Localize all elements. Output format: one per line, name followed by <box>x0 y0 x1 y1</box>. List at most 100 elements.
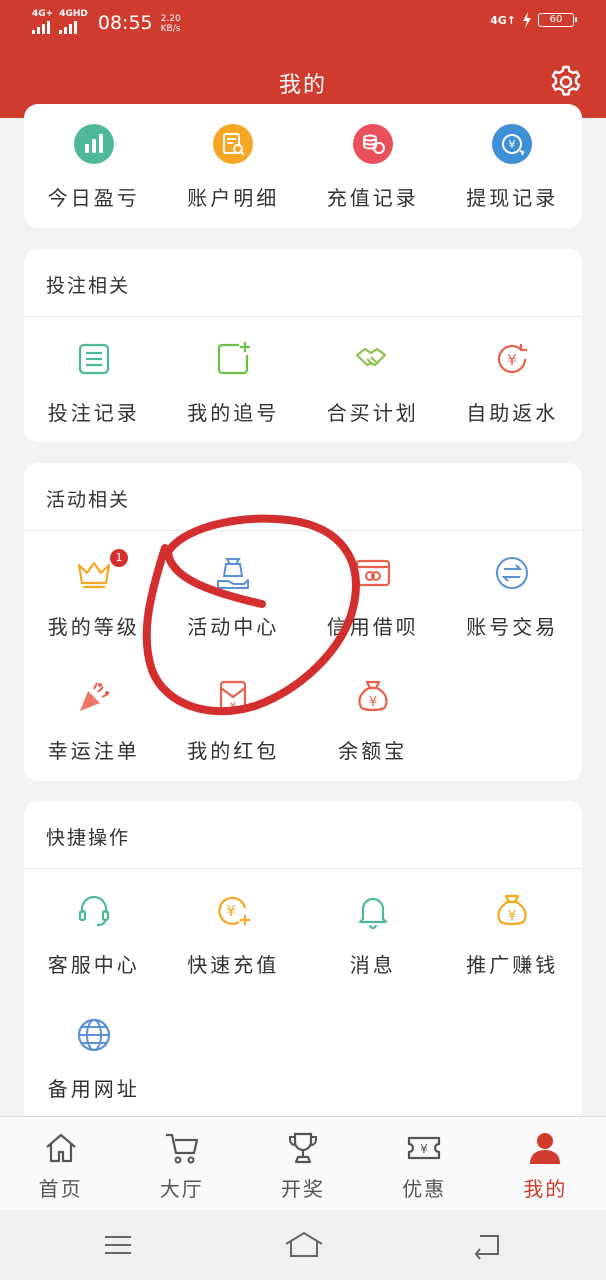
svg-text:¥: ¥ <box>509 138 516 151</box>
money-bag-icon: ¥ <box>358 680 388 712</box>
svg-text:¥: ¥ <box>420 1142 428 1156</box>
betting-item-group-buy[interactable]: 合买计划 <box>303 317 443 441</box>
tab-promotions[interactable]: ¥ 优惠 <box>364 1117 485 1211</box>
user-icon <box>530 1133 561 1164</box>
coin-stack-icon <box>352 124 393 164</box>
gift-hand-icon <box>217 558 250 589</box>
activity-item-credit[interactable]: 信用借呗 <box>303 531 443 655</box>
crown-icon <box>77 561 110 589</box>
signal-1-label: 4G+ <box>32 9 54 19</box>
headset-icon <box>78 895 109 927</box>
activity-item-red-envelope[interactable]: ¥ 我的红包 <box>164 655 304 779</box>
yen-transfer-icon: ¥ <box>492 124 533 164</box>
finance-card: 今日盈亏 账户明细 充值记录 ¥ 提现记录 <box>24 104 582 228</box>
finance-item-label: 账户明细 <box>187 186 280 210</box>
network-type: 4G↑ <box>490 13 516 27</box>
tab-label: 优惠 <box>402 1177 447 1201</box>
activity-card: 活动相关 1 我的等级 活动中心 信用借呗 账号交易 幸运注单 ¥ 我的红包 ¥… <box>24 463 582 781</box>
network-speed-unit: KB/s <box>160 24 181 34</box>
finance-item-today-pnl[interactable]: 今日盈亏 <box>24 102 164 226</box>
bell-icon <box>358 897 387 930</box>
tab-label: 首页 <box>38 1177 83 1201</box>
quick-item-label: 推广赚钱 <box>466 953 559 977</box>
battery-icon: 60 <box>538 13 577 27</box>
trophy-icon <box>288 1132 317 1164</box>
betting-item-label: 合买计划 <box>326 401 419 425</box>
tab-mine[interactable]: 我的 <box>485 1117 606 1211</box>
betting-item-chase[interactable]: 我的追号 <box>164 317 304 441</box>
betting-item-label: 我的追号 <box>187 401 280 425</box>
betting-card: 投注相关 投注记录 我的追号 合买计划 ¥ 自助返水 <box>24 249 582 442</box>
money-bag-icon: ¥ <box>497 894 527 926</box>
section-title: 快捷操作 <box>46 827 131 849</box>
document-search-icon <box>213 124 254 164</box>
quick-actions-card-header: 快捷操作 <box>24 801 582 869</box>
quick-item-backup-url[interactable]: 备用网址 <box>24 993 164 1117</box>
battery-level: 60 <box>549 14 563 25</box>
network-speed-value: 2.20 <box>160 14 181 24</box>
tab-lottery-results[interactable]: 开奖 <box>242 1117 363 1211</box>
signal-2-label: 4GHD <box>59 9 88 19</box>
quick-item-customer-service[interactable]: 客服中心 <box>24 869 164 993</box>
finance-item-withdraw-records[interactable]: ¥ 提现记录 <box>443 102 583 226</box>
quick-item-promotion[interactable]: ¥ 推广赚钱 <box>443 869 583 993</box>
credit-card-icon <box>355 559 390 587</box>
party-popper-icon <box>79 682 109 711</box>
red-envelope-icon: ¥ <box>220 680 247 714</box>
activity-item-label: 活动中心 <box>187 615 280 639</box>
quick-item-label: 备用网址 <box>47 1077 140 1101</box>
finance-item-account-details[interactable]: 账户明细 <box>164 102 304 226</box>
clock: 08:55 <box>97 12 153 34</box>
activity-item-level[interactable]: 1 我的等级 <box>24 531 164 655</box>
activity-item-balance-treasure[interactable]: ¥ 余额宝 <box>303 655 443 779</box>
add-square-icon <box>218 342 251 375</box>
betting-item-label: 投注记录 <box>47 401 140 425</box>
activity-item-label: 我的红包 <box>187 739 280 763</box>
status-bar: 4G+ 4GHD 08:55 2.20 KB/s 4G↑ 60 <box>0 0 606 46</box>
signal-indicator-2: 4GHD <box>59 10 88 34</box>
activity-item-center[interactable]: 活动中心 <box>164 531 304 655</box>
activity-item-lucky-bet[interactable]: 幸运注单 <box>24 655 164 779</box>
notification-badge: 1 <box>110 549 128 567</box>
ticket-icon: ¥ <box>408 1136 441 1160</box>
home-icon <box>45 1133 76 1163</box>
betting-item-rebate[interactable]: ¥ 自助返水 <box>443 317 583 441</box>
quick-actions-card: 快捷操作 客服中心 ¥ 快速充值 消息 ¥ 推广赚钱 备用网址 <box>24 801 582 1131</box>
svg-text:¥: ¥ <box>230 701 236 712</box>
home-nav-icon[interactable] <box>284 1230 324 1260</box>
tab-home[interactable]: 首页 <box>0 1117 121 1211</box>
gear-icon[interactable] <box>548 64 584 100</box>
section-title: 投注相关 <box>46 275 131 297</box>
finance-item-recharge-records[interactable]: 充值记录 <box>303 102 443 226</box>
svg-text:¥: ¥ <box>507 351 517 369</box>
tab-label: 开奖 <box>280 1177 325 1201</box>
activity-item-label: 我的等级 <box>47 615 140 639</box>
activity-card-header: 活动相关 <box>24 463 582 531</box>
betting-item-label: 自助返水 <box>466 401 559 425</box>
quick-item-messages[interactable]: 消息 <box>303 869 443 993</box>
quick-item-label: 快速充值 <box>187 953 280 977</box>
activity-item-account-trade[interactable]: 账号交易 <box>443 531 583 655</box>
back-icon[interactable] <box>470 1230 504 1260</box>
globe-icon <box>77 1018 110 1052</box>
finance-item-label: 今日盈亏 <box>47 186 140 210</box>
system-navigation-bar <box>0 1210 606 1280</box>
exchange-icon <box>496 557 529 589</box>
list-icon <box>78 343 109 375</box>
quick-item-fast-recharge[interactable]: ¥ 快速充值 <box>164 869 304 993</box>
quick-item-label: 消息 <box>349 953 396 977</box>
page-title: 我的 <box>278 73 327 98</box>
svg-text:¥: ¥ <box>369 695 377 710</box>
tab-lobby[interactable]: 大厅 <box>121 1117 242 1211</box>
svg-text:¥: ¥ <box>226 902 236 920</box>
tab-label: 我的 <box>523 1177 568 1201</box>
activity-item-label: 余额宝 <box>338 739 408 763</box>
menu-icon[interactable] <box>101 1230 135 1260</box>
finance-item-label: 充值记录 <box>326 186 419 210</box>
quick-item-label: 客服中心 <box>47 953 140 977</box>
activity-item-label: 幸运注单 <box>47 739 140 763</box>
betting-card-header: 投注相关 <box>24 249 582 317</box>
betting-item-records[interactable]: 投注记录 <box>24 317 164 441</box>
tab-label: 大厅 <box>159 1177 204 1201</box>
signal-indicator-1: 4G+ <box>32 10 53 34</box>
